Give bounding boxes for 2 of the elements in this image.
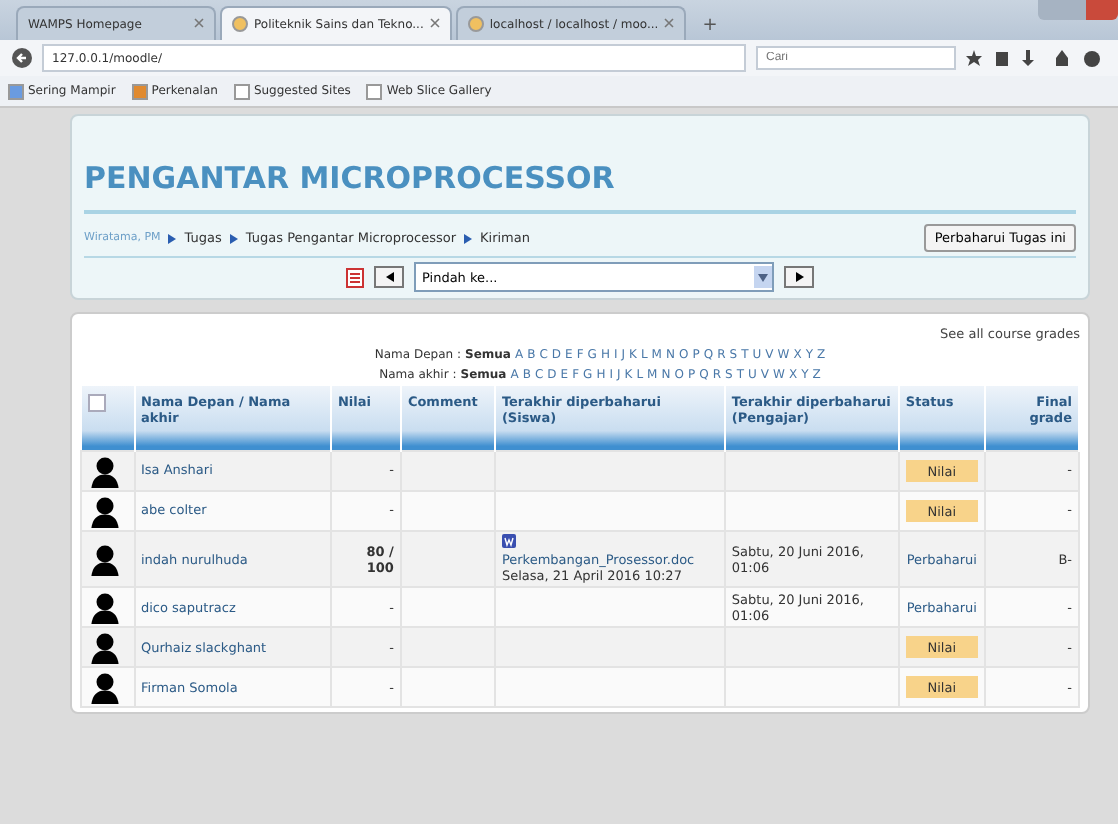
new-tab-button[interactable]: + (690, 16, 730, 40)
course-title: PENGANTAR MICROPROCESSOR (84, 160, 1076, 214)
